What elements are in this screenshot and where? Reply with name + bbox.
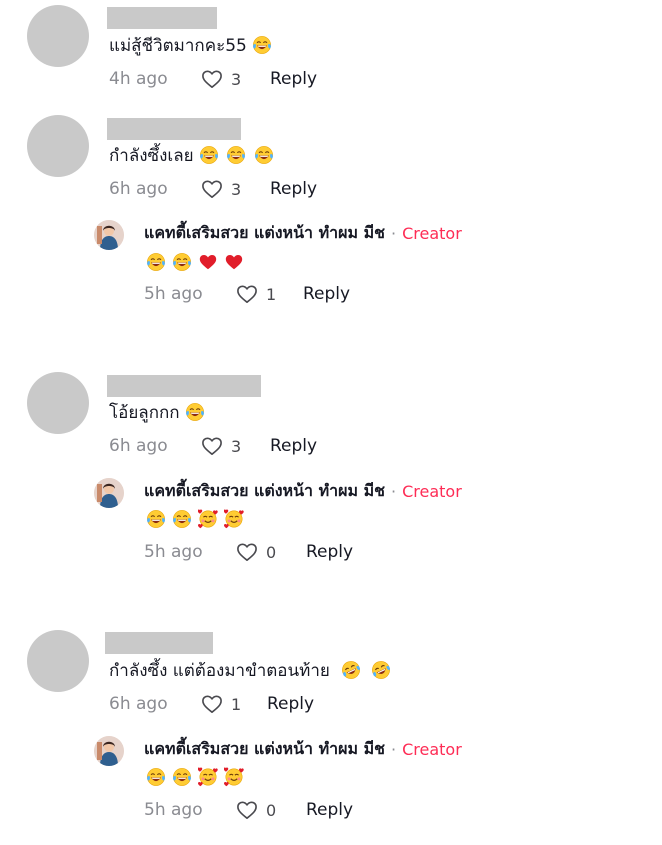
heart-outline-icon	[201, 179, 223, 199]
user-avatar[interactable]	[27, 5, 89, 67]
comment-meta: 6h ago 3 Reply	[109, 434, 317, 458]
reply-button[interactable]: Reply	[270, 69, 317, 89]
reply-time: 5h ago	[144, 542, 203, 562]
user-avatar[interactable]	[27, 630, 89, 692]
heart-outline-icon	[201, 694, 223, 714]
joy-emoji-icon	[199, 145, 219, 165]
like-button[interactable]: 3	[201, 179, 270, 199]
username-redacted[interactable]	[107, 118, 241, 140]
joy-emoji-icon	[146, 509, 166, 529]
like-button[interactable]: 0	[236, 542, 306, 562]
joy-emoji-icon	[185, 402, 205, 422]
creator-badge: Creator	[402, 739, 462, 759]
creator-name[interactable]: แคทตี้เสริมสวย แต่งหน้า ทำผม มีช	[144, 737, 385, 762]
comment-text: กำลังซึ้งเลย	[109, 145, 274, 167]
reply-button[interactable]: Reply	[306, 542, 353, 562]
comment-text-body: กำลังซึ้งเลย	[109, 146, 194, 166]
heart-outline-icon	[201, 69, 223, 89]
reply-button[interactable]: Reply	[270, 436, 317, 456]
creator-badge: Creator	[402, 481, 462, 501]
creator-reply-header: แคทตี้เสริมสวย แต่งหน้า ทำผม มีช · Creat…	[144, 222, 462, 244]
rofl-emoji-icon	[341, 660, 361, 680]
comment-item: โอ้ยลูกกก 6h ago 3 Reply แคทตี้เสริมสวย …	[0, 367, 662, 597]
comment-item: กำลังซึ้ง แต่ต้องมาขำตอนท้าย 6h ago 1 Re…	[0, 625, 662, 845]
joy-emoji-icon	[172, 509, 192, 529]
comment-meta: 4h ago 3 Reply	[109, 67, 317, 91]
red-heart-emoji-icon	[198, 252, 218, 272]
joy-emoji-icon	[146, 767, 166, 787]
like-count: 3	[231, 69, 242, 89]
comment-text-body: โอ้ยลูกกก	[109, 403, 180, 423]
creator-reply-header: แคทตี้เสริมสวย แต่งหน้า ทำผม มีช · Creat…	[144, 738, 462, 760]
creator-reply-meta: 5h ago 1 Reply	[144, 282, 350, 306]
user-avatar[interactable]	[27, 372, 89, 434]
creator-name[interactable]: แคทตี้เสริมสวย แต่งหน้า ทำผม มีช	[144, 479, 385, 504]
creator-reply-text	[146, 250, 244, 274]
like-count: 3	[231, 179, 242, 199]
joy-emoji-icon	[254, 145, 274, 165]
comment-meta: 6h ago 3 Reply	[109, 177, 317, 201]
separator-dot: ·	[391, 223, 397, 243]
reply-button[interactable]: Reply	[303, 284, 350, 304]
heart-outline-icon	[236, 800, 258, 820]
smiling-face-with-hearts-emoji-icon	[197, 509, 218, 529]
creator-reply-header: แคทตี้เสริมสวย แต่งหน้า ทำผม มีช · Creat…	[144, 480, 462, 502]
joy-emoji-icon	[172, 252, 192, 272]
creator-reply-meta: 5h ago 0 Reply	[144, 540, 353, 564]
reply-button[interactable]: Reply	[306, 800, 353, 820]
comment-item: กำลังซึ้งเลย 6h ago 3 Reply แคทตี้เสริมส…	[0, 110, 662, 330]
reply-button[interactable]: Reply	[270, 179, 317, 199]
creator-avatar[interactable]	[94, 220, 124, 250]
comment-text-body: กำลังซึ้ง แต่ต้องมาขำตอนท้าย	[109, 661, 330, 681]
creator-avatar[interactable]	[94, 478, 124, 508]
comment-text: แม่สู้ชีวิตมากคะ55	[109, 35, 272, 57]
smiling-face-with-hearts-emoji-icon	[223, 767, 244, 787]
comment-text: กำลังซึ้ง แต่ต้องมาขำตอนท้าย	[109, 660, 391, 682]
creator-reply-text	[146, 765, 244, 789]
like-button[interactable]: 3	[201, 436, 270, 456]
like-count: 0	[266, 800, 277, 820]
separator-dot: ·	[391, 481, 397, 501]
reply-time: 5h ago	[144, 800, 203, 820]
comment-item: แม่สู้ชีวิตมากคะ55 4h ago 3 Reply	[0, 0, 662, 110]
reply-button[interactable]: Reply	[267, 694, 314, 714]
username-redacted[interactable]	[107, 7, 217, 29]
comment-time: 6h ago	[109, 436, 168, 456]
joy-emoji-icon	[226, 145, 246, 165]
comment-meta: 6h ago 1 Reply	[109, 692, 314, 716]
like-button[interactable]: 3	[201, 69, 270, 89]
like-count: 3	[231, 436, 242, 456]
reply-time: 5h ago	[144, 284, 203, 304]
joy-emoji-icon	[172, 767, 192, 787]
comment-text-body: แม่สู้ชีวิตมากคะ55	[109, 36, 247, 56]
creator-reply-meta: 5h ago 0 Reply	[144, 798, 353, 822]
like-button[interactable]: 0	[236, 800, 306, 820]
creator-reply-text	[146, 507, 244, 531]
rofl-emoji-icon	[371, 660, 391, 680]
like-count: 0	[266, 542, 277, 562]
like-count: 1	[266, 284, 277, 304]
comment-time: 6h ago	[109, 179, 168, 199]
like-button[interactable]: 1	[236, 284, 303, 304]
smiling-face-with-hearts-emoji-icon	[223, 509, 244, 529]
red-heart-emoji-icon	[224, 252, 244, 272]
joy-emoji-icon	[146, 252, 166, 272]
comment-time: 4h ago	[109, 69, 168, 89]
creator-avatar[interactable]	[94, 736, 124, 766]
like-count: 1	[231, 694, 242, 714]
user-avatar[interactable]	[27, 115, 89, 177]
joy-emoji-icon	[252, 35, 272, 55]
separator-dot: ·	[391, 739, 397, 759]
username-redacted[interactable]	[107, 375, 261, 397]
creator-name[interactable]: แคทตี้เสริมสวย แต่งหน้า ทำผม มีช	[144, 221, 385, 246]
heart-outline-icon	[201, 436, 223, 456]
creator-badge: Creator	[402, 223, 462, 243]
username-redacted[interactable]	[105, 632, 213, 654]
like-button[interactable]: 1	[201, 694, 267, 714]
smiling-face-with-hearts-emoji-icon	[197, 767, 218, 787]
comment-text: โอ้ยลูกกก	[109, 402, 205, 424]
comment-time: 6h ago	[109, 694, 168, 714]
heart-outline-icon	[236, 542, 258, 562]
heart-outline-icon	[236, 284, 258, 304]
